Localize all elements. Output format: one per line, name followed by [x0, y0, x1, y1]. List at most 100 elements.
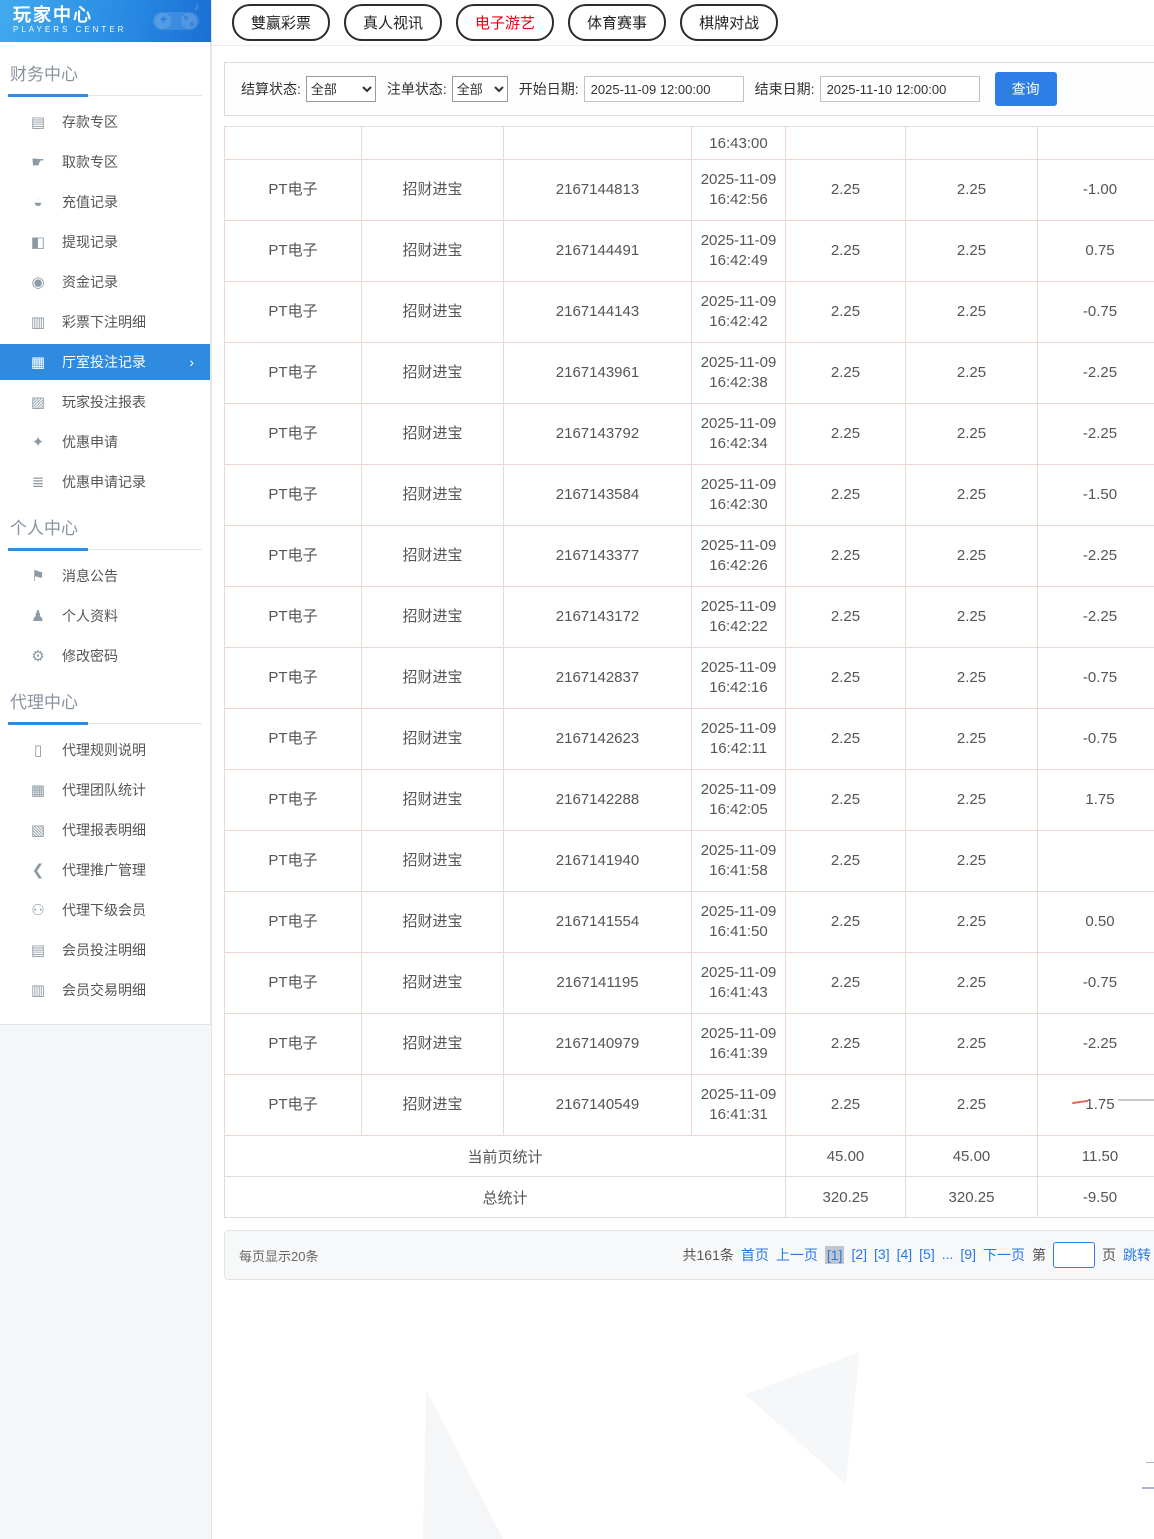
- sidebar-item[interactable]: ☛ 取款专区: [0, 142, 210, 182]
- table-summary: 当前页统计 45.00 45.00 11.50 总统计 320.25 320.2…: [224, 1135, 1154, 1218]
- cell-datetime: 2025-11-09 16:42:11: [691, 708, 786, 770]
- cell-game: 招财进宝: [361, 525, 504, 587]
- sidebar-item-label: 厅室投注记录: [62, 354, 146, 370]
- withdraw-record-icon: ◧: [30, 234, 46, 251]
- cell-date: 2025-11-09: [700, 232, 777, 249]
- sidebar-item[interactable]: ♟ 个人资料: [0, 596, 210, 636]
- logo: 玩家中心 PLAYERS CENTER: [0, 0, 211, 42]
- cell-time: 16:41:43: [709, 984, 768, 1001]
- cell-platform: PT电子: [224, 586, 362, 648]
- cell-game: 招财进宝: [361, 708, 504, 770]
- page-size-text: 每页显示20条: [239, 1248, 319, 1264]
- jump-button[interactable]: 跳转: [1123, 1245, 1151, 1265]
- cell-winloss: -2.25: [1037, 342, 1154, 404]
- deposit-icon: ▤: [30, 114, 46, 131]
- artifact-gray-dash: [1118, 1099, 1154, 1101]
- cell-date: 2025-11-09: [700, 354, 777, 371]
- sidebar-item[interactable]: ◒ 充值记录: [0, 182, 210, 222]
- cell-winloss: -1.00: [1037, 159, 1154, 221]
- cell-valid: [905, 126, 1038, 160]
- cell-datetime: 2025-11-09 16:42:34: [691, 403, 786, 465]
- cell-game: 招财进宝: [361, 220, 504, 282]
- start-date-input[interactable]: [583, 76, 744, 102]
- cell-platform: PT电子: [224, 1074, 362, 1136]
- sidebar-item[interactable]: ⚙ 修改密码: [0, 636, 210, 676]
- cell-date: 2025-11-09: [700, 1086, 777, 1103]
- page-number-link[interactable]: [9]: [960, 1246, 976, 1264]
- total-count-text: 共161条: [682, 1247, 734, 1263]
- sidebar-item[interactable]: ▤ 存款专区: [0, 102, 210, 142]
- page-number-link[interactable]: [4]: [897, 1246, 913, 1264]
- cell-date: 2025-11-09: [700, 598, 777, 615]
- page-number-link[interactable]: [3]: [874, 1246, 890, 1264]
- cell-order-no: 2167141195: [503, 952, 692, 1014]
- sidebar-item[interactable]: ▦ 厅室投注记录 ›: [0, 344, 210, 380]
- table-row: PT电子 招财进宝 2167144491 2025-11-09 16:42:49…: [224, 220, 1154, 282]
- search-button[interactable]: 查询: [994, 72, 1057, 106]
- sidebar-item[interactable]: ≣ 优惠申请记录: [0, 462, 210, 502]
- order-status-select[interactable]: 全部: [451, 76, 508, 102]
- sidebar-item[interactable]: ▦ 代理团队统计: [0, 770, 210, 810]
- cell-platform: PT电子: [224, 830, 362, 892]
- sidebar-item[interactable]: ◉ 资金记录: [0, 262, 210, 302]
- table-row: PT电子 招财进宝 2167143792 2025-11-09 16:42:34…: [224, 403, 1154, 465]
- sidebar-item-label: 修改密码: [62, 648, 118, 664]
- page-number-link[interactable]: [1]: [824, 1246, 845, 1264]
- sidebar-item[interactable]: ▧ 代理报表明细: [0, 810, 210, 850]
- game-category-tab[interactable]: 雙赢彩票: [232, 4, 331, 41]
- sidebar-section-agent: 代理中心 ▯ 代理规则说明 ▦ 代理团队统计 ▧ 代理报表明细 ❮ 代理推广管理…: [0, 676, 210, 1010]
- sidebar-item[interactable]: ▯ 代理规则说明: [0, 730, 210, 770]
- cell-datetime: 2025-11-09 16:41:31: [691, 1074, 786, 1136]
- sidebar-item[interactable]: ▥ 会员交易明细: [0, 970, 210, 1010]
- game-category-tab[interactable]: 体育赛事: [568, 4, 667, 41]
- cell-platform: PT电子: [224, 281, 362, 343]
- sidebar-item[interactable]: ✦ 优惠申请: [0, 422, 210, 462]
- cell-platform: PT电子: [224, 220, 362, 282]
- sidebar-item[interactable]: ▥ 彩票下注明细: [0, 302, 210, 342]
- start-date-label: 开始日期:: [518, 81, 579, 97]
- sidebar-item[interactable]: ⚑ 消息公告: [0, 556, 210, 596]
- game-category-tab[interactable]: 真人视讯: [344, 4, 443, 41]
- cell-winloss: -1.50: [1037, 464, 1154, 526]
- sidebar-item[interactable]: ▨ 玩家投注报表: [0, 382, 210, 422]
- next-page-link[interactable]: 下一页: [983, 1245, 1025, 1265]
- sidebar-item[interactable]: ▤ 会员投注明细: [0, 930, 210, 970]
- page-number-link[interactable]: [2]: [851, 1246, 867, 1264]
- table-row: PT电子 招财进宝 2167144143 2025-11-09 16:42:42…: [224, 281, 1154, 343]
- sidebar-item[interactable]: ⚇ 代理下级会员: [0, 890, 210, 930]
- cell-datetime: 2025-11-09 16:42:30: [691, 464, 786, 526]
- game-category-tab[interactable]: 棋牌对战: [680, 4, 779, 41]
- cell-datetime: 2025-11-09 16:42:16: [691, 647, 786, 709]
- cell-winloss: -2.25: [1037, 586, 1154, 648]
- prev-page-link[interactable]: 上一页: [776, 1245, 818, 1265]
- page-number-link[interactable]: ...: [942, 1246, 954, 1264]
- sidebar-item-label: 消息公告: [62, 568, 118, 584]
- cell-valid: 2.25: [905, 464, 1038, 526]
- summary-label: 当前页统计: [224, 1135, 786, 1177]
- cell-winloss: 0.50: [1037, 891, 1154, 953]
- pagination-bar: 每页显示20条 共161条 首页 上一页 [1] [2] [3] [4] [5]…: [224, 1230, 1154, 1280]
- page-number-link[interactable]: [5]: [919, 1246, 935, 1264]
- cell-winloss: 0.75: [1037, 220, 1154, 282]
- jump-page-input[interactable]: [1053, 1242, 1095, 1268]
- game-category-tab[interactable]: 电子游艺: [456, 4, 555, 41]
- cell-order-no: 2167141554: [503, 891, 692, 953]
- cell-order-no: 2167143377: [503, 525, 692, 587]
- cell-bet: 2.25: [785, 464, 906, 526]
- end-date-input[interactable]: [819, 76, 980, 102]
- cell-platform: PT电子: [224, 708, 362, 770]
- sidebar-item[interactable]: ◧ 提现记录: [0, 222, 210, 262]
- sidebar-item[interactable]: ❮ 代理推广管理: [0, 850, 210, 890]
- cell-bet: 2.25: [785, 403, 906, 465]
- cell-date: 2025-11-09: [700, 720, 777, 737]
- cell-bet: 2.25: [785, 281, 906, 343]
- order-status-label: 注单状态:: [386, 81, 447, 97]
- cell-time: 16:42:26: [709, 557, 768, 574]
- cell-time: 16:42:05: [709, 801, 768, 818]
- table-row: PT电子 招财进宝 2167141554 2025-11-09 16:41:50…: [224, 891, 1154, 953]
- summary-winloss: -9.50: [1037, 1176, 1154, 1218]
- cell-platform: PT电子: [224, 342, 362, 404]
- settle-status-select[interactable]: 全部: [305, 76, 376, 102]
- cell-winloss: 1.75: [1037, 1074, 1154, 1136]
- first-page-link[interactable]: 首页: [741, 1245, 769, 1265]
